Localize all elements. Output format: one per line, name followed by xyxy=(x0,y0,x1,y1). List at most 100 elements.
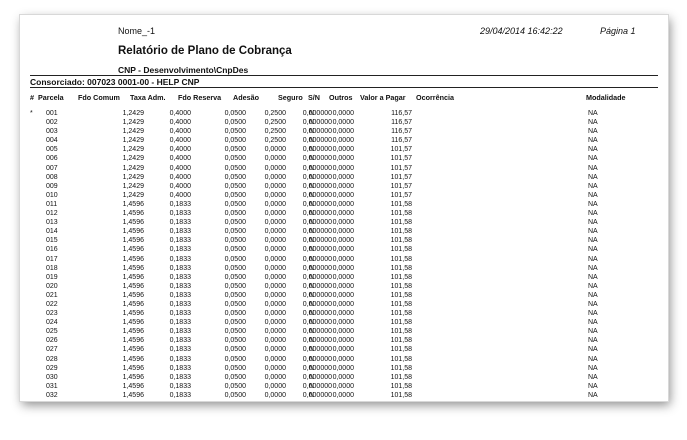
cell-modalidade: NA xyxy=(588,273,598,281)
cell-adesao: 0,0000 xyxy=(264,173,286,181)
cell-taxa-adm: 0,1833 xyxy=(169,373,191,381)
cell-parcela: 020 xyxy=(46,282,58,290)
cell-taxa-adm: 0,4000 xyxy=(169,173,191,181)
cell-outros: 0,0000 xyxy=(332,182,354,190)
cell-adesao: 0,0000 xyxy=(264,264,286,272)
cell-outros: 0,0000 xyxy=(332,310,354,318)
cell-sn: N xyxy=(309,355,315,363)
cell-fdo-comum: 1,2429 xyxy=(122,146,144,154)
cell-valor-pagar: 101,58 xyxy=(390,300,412,308)
cell-fdo-reserva: 0,0500 xyxy=(224,382,246,390)
cell-adesao: 0,0000 xyxy=(264,328,286,336)
table-row: 030 1,4596 0,1833 0,0500 0,0000 0,000000 N 0,00… xyxy=(20,373,668,382)
cell-outros: 0,0000 xyxy=(332,200,354,208)
cell-outros: 0,0000 xyxy=(332,391,354,399)
cell-fdo-comum: 1,2429 xyxy=(122,137,144,145)
cell-modalidade: NA xyxy=(588,237,598,245)
cell-outros: 0,0000 xyxy=(332,273,354,281)
cell-valor-pagar: 101,58 xyxy=(390,346,412,354)
cell-adesao: 0,0000 xyxy=(264,210,286,218)
cell-valor-pagar: 101,58 xyxy=(390,228,412,236)
cell-taxa-adm: 0,1833 xyxy=(169,319,191,327)
cell-adesao: 0,0000 xyxy=(264,164,286,172)
col-header-modalidade: Modalidade xyxy=(586,93,626,102)
cell-valor-pagar: 101,58 xyxy=(390,364,412,372)
cell-modalidade: NA xyxy=(588,173,598,181)
cell-seguro: 0,000000 xyxy=(302,319,332,327)
cell-modalidade: NA xyxy=(588,364,598,372)
cell-fdo-reserva: 0,0500 xyxy=(224,128,246,136)
cell-adesao: 0,0000 xyxy=(264,355,286,363)
cell-outros: 0,0000 xyxy=(332,282,354,290)
cell-seguro: 0,000000 xyxy=(302,364,332,372)
cell-fdo-comum: 1,4596 xyxy=(122,282,144,290)
cell-valor-pagar: 101,58 xyxy=(390,282,412,290)
table-row: 017 1,4596 0,1833 0,0500 0,0000 0,000000 N 0,00… xyxy=(20,255,668,264)
cell-parcela: 028 xyxy=(46,355,58,363)
cell-parcela: 027 xyxy=(46,346,58,354)
cell-outros: 0,0000 xyxy=(332,219,354,227)
cell-parcela: 008 xyxy=(46,173,58,181)
cell-fdo-reserva: 0,0500 xyxy=(224,319,246,327)
cell-modalidade: NA xyxy=(588,110,598,117)
cell-sn: N xyxy=(309,373,315,381)
cell-fdo-reserva: 0,0500 xyxy=(224,228,246,236)
cell-taxa-adm: 0,1833 xyxy=(169,273,191,281)
cell-valor-pagar: 101,58 xyxy=(390,319,412,327)
cell-fdo-reserva: 0,0500 xyxy=(224,337,246,345)
cell-adesao: 0,0000 xyxy=(264,346,286,354)
cell-taxa-adm: 0,4000 xyxy=(169,110,191,117)
cell-adesao: 0,0000 xyxy=(264,291,286,299)
cell-taxa-adm: 0,4000 xyxy=(169,128,191,136)
cell-adesao: 0,0000 xyxy=(264,191,286,199)
cell-parcela: 022 xyxy=(46,300,58,308)
cell-seguro: 0,000000 xyxy=(302,119,332,127)
cell-parcela: 030 xyxy=(46,373,58,381)
cell-fdo-reserva: 0,0500 xyxy=(224,210,246,218)
table-row: 018 1,4596 0,1833 0,0500 0,0000 0,000000 N 0,00… xyxy=(20,264,668,273)
cell-modalidade: NA xyxy=(588,182,598,190)
cell-adesao: 0,0000 xyxy=(264,182,286,190)
table-row: 027 1,4596 0,1833 0,0500 0,0000 0,000000 N 0,00… xyxy=(20,345,668,354)
cell-taxa-adm: 0,1833 xyxy=(169,291,191,299)
cell-fdo-reserva: 0,0500 xyxy=(224,219,246,227)
cell-seguro: 0,000000 xyxy=(302,155,332,163)
cell-taxa-adm: 0,1833 xyxy=(169,228,191,236)
cell-sn: N xyxy=(309,264,315,272)
cell-taxa-adm: 0,1833 xyxy=(169,255,191,263)
table-row: 012 1,4596 0,1833 0,0500 0,0000 0,000000 N 0,00… xyxy=(20,209,668,218)
cell-sn: N xyxy=(309,210,315,218)
cell-adesao: 0,0000 xyxy=(264,391,286,399)
cell-seguro: 0,000000 xyxy=(302,373,332,381)
cell-fdo-reserva: 0,0500 xyxy=(224,164,246,172)
col-header-fdo-reserva: Fdo Reserva xyxy=(178,93,222,102)
cell-parcela: 007 xyxy=(46,164,58,172)
cell-seguro: 0,000000 xyxy=(302,173,332,181)
cell-adesao: 0,2500 xyxy=(264,137,286,145)
cell-modalidade: NA xyxy=(588,128,598,136)
cell-parcela: 023 xyxy=(46,310,58,318)
cell-fdo-reserva: 0,0500 xyxy=(224,200,246,208)
cell-fdo-comum: 1,4596 xyxy=(122,237,144,245)
cell-parcela: 017 xyxy=(46,255,58,263)
report-subtitle: CNP - Desenvolvimento\CnpDes xyxy=(118,65,249,75)
cell-taxa-adm: 0,1833 xyxy=(169,210,191,218)
cell-sn: N xyxy=(309,346,315,354)
cell-outros: 0,0000 xyxy=(332,264,354,272)
cell-parcela: 024 xyxy=(46,319,58,327)
cell-parcela: 015 xyxy=(46,237,58,245)
cell-modalidade: NA xyxy=(588,164,598,172)
cell-taxa-adm: 0,1833 xyxy=(169,264,191,272)
cell-outros: 0,0000 xyxy=(332,255,354,263)
table-row: 019 1,4596 0,1833 0,0500 0,0000 0,000000 N 0,00… xyxy=(20,273,668,282)
cell-fdo-comum: 1,4596 xyxy=(122,310,144,318)
cell-fdo-comum: 1,4596 xyxy=(122,364,144,372)
cell-parcela: 001 xyxy=(46,110,58,117)
report-datetime: 29/04/2014 16:42:22 xyxy=(480,26,563,36)
cell-modalidade: NA xyxy=(588,119,598,127)
table-row: 028 1,4596 0,1833 0,0500 0,0000 0,000000 N 0,00… xyxy=(20,355,668,364)
document-name: Nome_-1 xyxy=(118,26,156,36)
col-header-parcela: Parcela xyxy=(38,93,64,102)
cell-valor-pagar: 101,58 xyxy=(390,246,412,254)
cell-valor-pagar: 101,58 xyxy=(390,328,412,336)
